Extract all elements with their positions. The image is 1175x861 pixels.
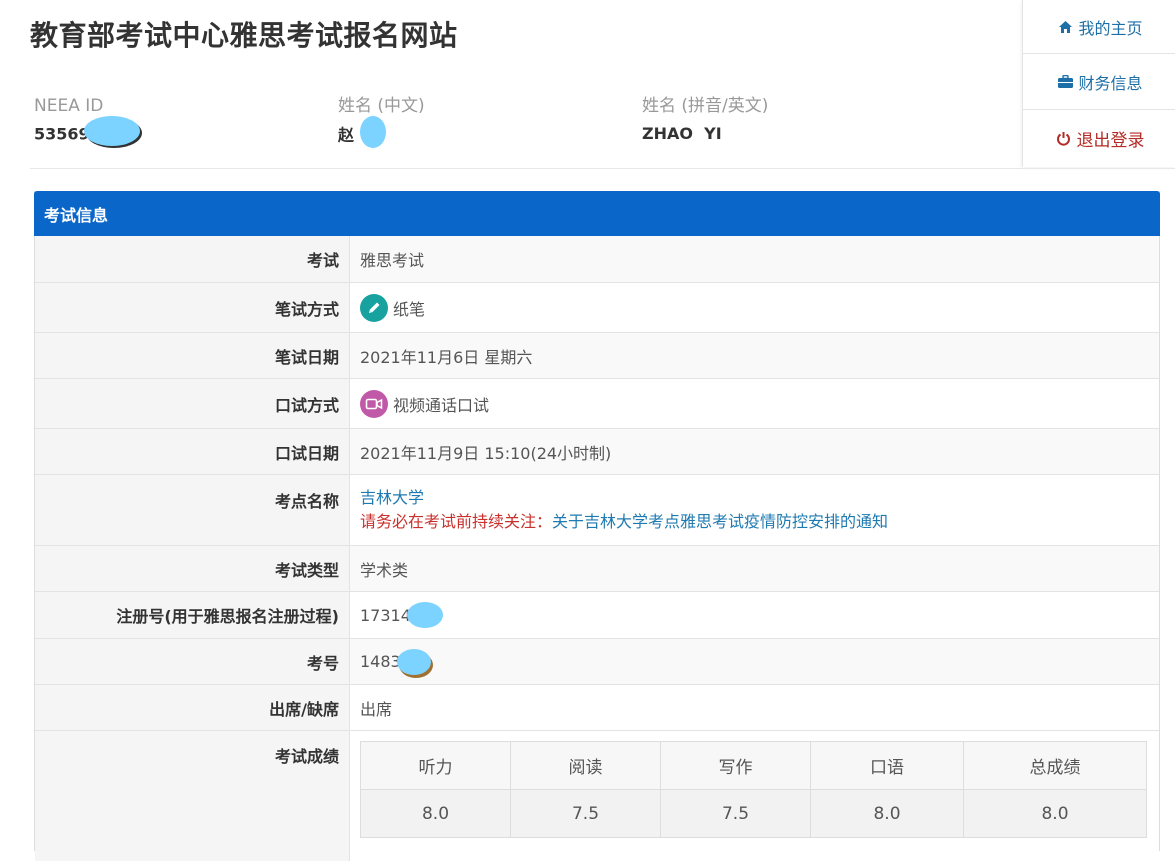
home-icon — [1056, 18, 1074, 36]
name-en-value: ZHAO YI — [642, 124, 722, 143]
row-label: 考号 — [35, 639, 350, 684]
score-header: 口语 — [810, 741, 964, 790]
neea-id-value: 53569 — [34, 116, 140, 146]
row-registration-no: 注册号(用于雅思报名注册过程) 17314 — [35, 592, 1159, 639]
redaction-mark — [83, 116, 140, 146]
row-label: 笔试日期 — [35, 333, 350, 378]
row-value: 视频通话口试 — [350, 379, 1159, 428]
score-listening: 8.0 — [360, 789, 511, 838]
notice-link[interactable]: 关于吉林大学考点雅思考试疫情防控安排的通知 — [552, 512, 888, 531]
score-table: 听力 阅读 写作 口语 总成绩 8.0 7.5 7.5 8.0 8.0 — [360, 741, 1147, 838]
name-cn-value: 赵 — [338, 116, 425, 148]
row-value: 纸笔 — [350, 283, 1159, 332]
nav-finance-label: 财务信息 — [1078, 73, 1143, 93]
row-value: 17314 — [350, 592, 1159, 638]
row-value: 出席 — [350, 685, 1159, 730]
divider — [30, 168, 1175, 169]
row-speaking-mode: 口试方式 视频通话口试 — [35, 379, 1159, 429]
row-value: 1483 — [350, 639, 1159, 684]
row-exam: 考试 雅思考试 — [35, 236, 1159, 283]
notice-prefix: 请务必在考试前持续关注： — [360, 512, 553, 531]
score-writing: 7.5 — [660, 789, 811, 838]
neea-id-label: NEEA ID — [34, 96, 104, 116]
name-cn-field: 姓名 (中文) 赵 — [338, 94, 425, 148]
venue-link[interactable]: 吉林大学 — [360, 486, 424, 510]
score-header: 写作 — [660, 741, 811, 790]
score-header-row: 听力 阅读 写作 口语 总成绩 — [360, 741, 1147, 790]
score-header: 阅读 — [510, 741, 661, 790]
row-label: 考试成绩 — [35, 731, 350, 861]
redaction-mark — [360, 116, 387, 148]
row-speaking-date: 口试日期 2021年11月9日 15:10(24小时制) — [35, 429, 1159, 475]
row-scores: 考试成绩 听力 阅读 写作 口语 总成绩 8.0 7.5 7.5 8.0 8.0 — [35, 731, 1159, 861]
score-header: 总成绩 — [963, 741, 1147, 790]
name-en-label: 姓名 (拼音/英文) — [642, 96, 769, 116]
redaction-mark — [406, 602, 443, 628]
venue-notice: 请务必在考试前持续关注：关于吉林大学考点雅思考试疫情防控安排的通知 — [360, 510, 888, 534]
user-info: NEEA ID 53569 姓名 (中文) 赵 姓名 (拼音/英文) ZHAO … — [0, 94, 1022, 154]
briefcase-icon — [1056, 73, 1074, 91]
score-speaking: 8.0 — [810, 789, 964, 838]
name-cn-label: 姓名 (中文) — [338, 96, 425, 116]
row-value: 听力 阅读 写作 口语 总成绩 8.0 7.5 7.5 8.0 8.0 — [350, 731, 1159, 861]
score-value-row: 8.0 7.5 7.5 8.0 8.0 — [360, 789, 1147, 838]
row-value: 学术类 — [350, 546, 1159, 591]
row-written-mode: 笔试方式 纸笔 — [35, 283, 1159, 333]
row-label: 考试 — [35, 236, 350, 282]
video-camera-icon — [360, 389, 388, 418]
power-icon — [1055, 130, 1073, 148]
row-label: 考点名称 — [35, 475, 350, 545]
neea-id-field: NEEA ID 53569 — [34, 94, 140, 146]
name-en-field: 姓名 (拼音/英文) ZHAO YI — [642, 94, 768, 144]
nav-finance[interactable]: 财务信息 — [1023, 54, 1175, 110]
row-attendance: 出席/缺席 出席 — [35, 685, 1159, 731]
row-label: 口试方式 — [35, 379, 350, 428]
row-candidate-no: 考号 1483 — [35, 639, 1159, 685]
exam-info-panel: 考试信息 考试 雅思考试 笔试方式 纸笔 笔试日期 2021年11月6日 星期六… — [34, 191, 1160, 861]
row-value: 吉林大学 请务必在考试前持续关注：关于吉林大学考点雅思考试疫情防控安排的通知 — [350, 475, 1159, 545]
nav-home[interactable]: 我的主页 — [1023, 0, 1175, 54]
score-overall: 8.0 — [963, 789, 1147, 838]
nav-home-label: 我的主页 — [1078, 18, 1143, 38]
site-title: 教育部考试中心雅思考试报名网站 — [30, 19, 458, 52]
row-label: 出席/缺席 — [35, 685, 350, 730]
panel-heading: 考试信息 — [34, 191, 1160, 236]
score-reading: 7.5 — [510, 789, 661, 838]
row-label: 笔试方式 — [35, 283, 350, 332]
row-label: 注册号(用于雅思报名注册过程) — [35, 592, 350, 638]
redaction-mark — [396, 648, 431, 675]
row-venue: 考点名称 吉林大学 请务必在考试前持续关注：关于吉林大学考点雅思考试疫情防控安排… — [35, 475, 1159, 546]
row-exam-type: 考试类型 学术类 — [35, 546, 1159, 592]
nav-logout[interactable]: 退出登录 — [1023, 110, 1175, 167]
pencil-icon — [360, 293, 388, 322]
row-value: 2021年11月9日 15:10(24小时制) — [350, 429, 1159, 474]
score-header: 听力 — [360, 741, 511, 790]
nav-logout-label: 退出登录 — [1076, 131, 1145, 151]
row-written-date: 笔试日期 2021年11月6日 星期六 — [35, 333, 1159, 379]
row-value: 2021年11月6日 星期六 — [350, 333, 1159, 378]
row-value: 雅思考试 — [350, 236, 1159, 282]
row-label: 考试类型 — [35, 546, 350, 591]
row-label: 口试日期 — [35, 429, 350, 474]
side-nav: 我的主页 财务信息 退出登录 — [1022, 0, 1175, 167]
